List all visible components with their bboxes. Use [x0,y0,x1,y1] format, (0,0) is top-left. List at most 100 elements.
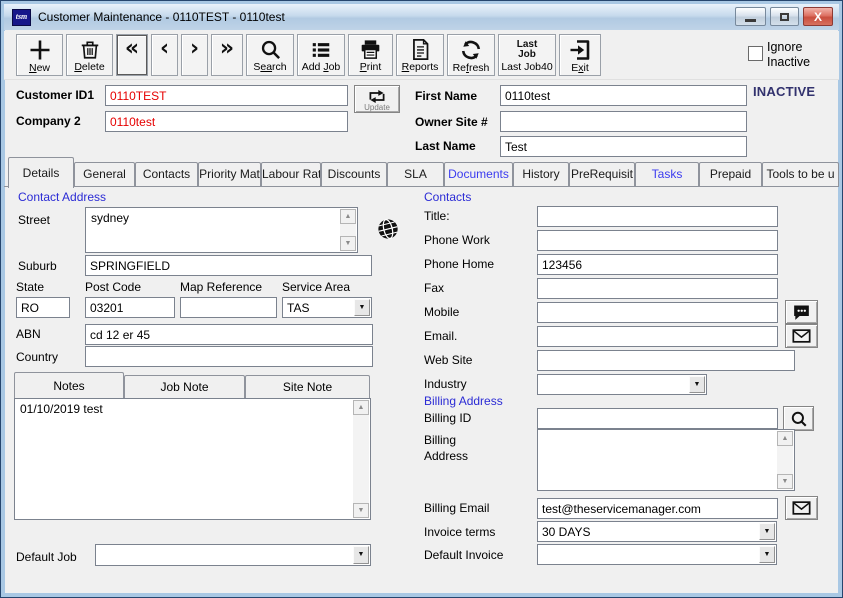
send-email-button[interactable] [785,324,818,348]
invoice-terms-select[interactable]: ▼ [537,521,777,542]
close-icon: X [814,10,822,24]
scroll-up-icon[interactable]: ▲ [777,431,793,446]
service-area-select[interactable]: ▼ [282,297,372,318]
country-input[interactable] [85,346,373,367]
default-job-select[interactable]: ▼ [95,544,371,566]
tab-discounts[interactable]: Discounts [321,162,387,186]
tab-labour-rate[interactable]: Labour Rate [261,162,321,186]
tab-notes[interactable]: Notes [14,372,124,398]
company2-input[interactable] [105,111,348,132]
billing-id-input[interactable] [537,408,778,429]
delete-button-label: Delete [74,61,104,73]
first-record-button[interactable]: « [116,34,148,76]
tab-general[interactable]: General [74,162,135,186]
chevron-down-icon[interactable]: ▼ [759,523,775,540]
title-input[interactable] [537,206,778,227]
last-job-button[interactable]: LastJob Last Job40 [498,34,556,76]
tab-prepaid[interactable]: Prepaid [699,162,762,186]
map-reference-input[interactable] [180,297,277,318]
envelope-icon [792,501,811,515]
next-record-button[interactable]: › [181,34,208,76]
billing-address-label: Billing Address [424,432,494,464]
billing-email-input[interactable] [537,498,778,519]
phone-work-input[interactable] [537,230,778,251]
first-name-input[interactable] [500,85,747,106]
billing-address-scrollbar[interactable]: ▲ ▼ [777,431,793,489]
titlebar[interactable]: tsm Customer Maintenance - 0110TEST - 01… [4,4,839,30]
refresh-icon [459,38,483,62]
delete-button[interactable]: Delete [66,34,113,76]
ignore-inactive-checkbox[interactable] [748,46,763,61]
tab-priority-matrix[interactable]: Priority Mat [198,162,261,186]
notes-textarea[interactable]: 01/10/2019 test ▲ ▼ [14,398,371,520]
scroll-down-icon[interactable]: ▼ [777,474,793,489]
tab-details[interactable]: Details [8,157,74,188]
chevron-down-icon[interactable]: ▼ [354,299,370,316]
chevron-down-icon[interactable]: ▼ [353,546,369,564]
customer-id1-input[interactable] [105,85,348,106]
state-input[interactable] [16,297,70,318]
suburb-input[interactable] [85,255,372,276]
last-name-input[interactable] [500,136,747,157]
tab-contacts[interactable]: Contacts [135,162,198,186]
mobile-input[interactable] [537,302,778,323]
scroll-down-icon[interactable]: ▼ [340,236,356,251]
add-job-button[interactable]: Add Job [297,34,345,76]
service-area-value[interactable] [283,298,353,317]
tab-history[interactable]: History [513,162,569,186]
send-sms-button[interactable] [785,300,818,324]
close-button[interactable]: X [803,7,833,26]
web-site-input[interactable] [537,350,795,371]
billing-address-textarea[interactable]: ▲ ▼ [537,429,795,491]
web-site-label: Web Site [424,353,472,367]
globe-icon[interactable] [375,216,402,243]
fax-input[interactable] [537,278,778,299]
suburb-label: Suburb [18,259,57,273]
maximize-button[interactable] [770,7,799,26]
refresh-button[interactable]: Refresh [447,34,495,76]
update-button[interactable]: Update [354,85,400,113]
billing-search-button[interactable] [783,406,814,431]
state-label: State [16,280,44,294]
new-button-label: New [29,62,50,74]
billing-email-send-button[interactable] [785,496,818,520]
previous-record-button[interactable]: ‹ [151,34,178,76]
last-record-button[interactable]: » [211,34,243,76]
tab-prerequisite[interactable]: PreRequisit [569,162,635,186]
tab-sla[interactable]: SLA [387,162,444,186]
abn-input[interactable] [85,324,373,345]
industry-select[interactable]: ▼ [537,374,707,395]
scroll-up-icon[interactable]: ▲ [340,209,356,224]
email-input[interactable] [537,326,778,347]
industry-value[interactable] [538,375,688,394]
minimize-button[interactable] [735,7,766,26]
exit-button[interactable]: Exit [559,34,601,76]
invoice-terms-value[interactable] [538,522,758,541]
customer-id1-label: Customer ID1 [16,88,94,102]
default-invoice-value[interactable] [538,545,758,564]
chevron-down-icon[interactable]: ▼ [689,376,705,393]
search-button-label: Search [253,61,286,73]
tab-documents[interactable]: Documents [444,162,513,186]
tab-site-note[interactable]: Site Note [245,375,370,398]
search-button[interactable]: Search [246,34,294,76]
notes-scrollbar[interactable]: ▲ ▼ [353,400,369,518]
default-invoice-select[interactable]: ▼ [537,544,777,565]
chevron-down-icon[interactable]: ▼ [759,546,775,563]
print-button[interactable]: Print [348,34,393,76]
post-code-input[interactable] [85,297,175,318]
new-button[interactable]: New [16,34,63,76]
reports-button[interactable]: Reports [396,34,444,76]
search-icon [259,38,282,61]
scroll-up-icon[interactable]: ▲ [353,400,369,415]
scroll-down-icon[interactable]: ▼ [353,503,369,518]
owner-site-input[interactable] [500,111,747,132]
notes-value: 01/10/2019 test [20,402,350,517]
street-textarea[interactable]: sydney ▲ ▼ [85,207,358,253]
phone-home-input[interactable] [537,254,778,275]
street-scrollbar[interactable]: ▲ ▼ [340,209,356,251]
tab-tasks[interactable]: Tasks [635,162,699,186]
default-job-value[interactable] [96,545,352,565]
tab-job-note[interactable]: Job Note [124,375,245,398]
tab-tools[interactable]: Tools to be u [762,162,839,186]
